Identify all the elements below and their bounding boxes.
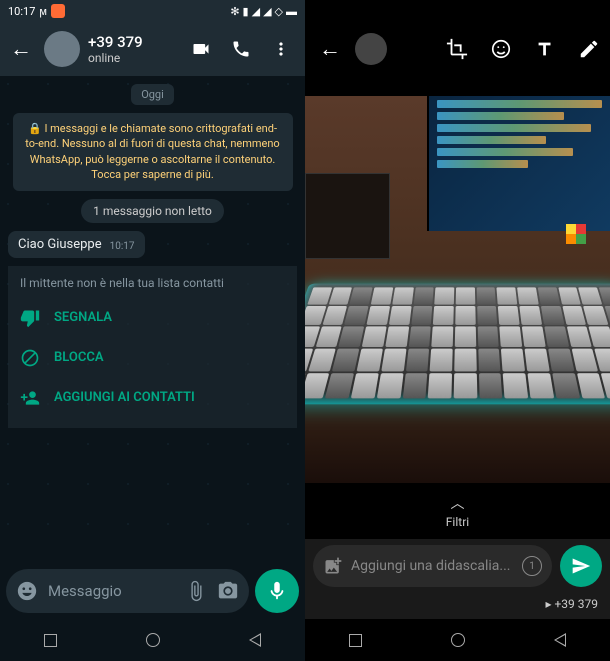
send-icon: [571, 556, 591, 576]
filters-label: Filtri: [446, 515, 469, 529]
unknown-sender-notice: Il mittente non è nella tua lista contat…: [20, 276, 285, 290]
whatsapp-chat-screen: 10:17 ϻ ✻▮◢◢◇▬ ← +39 379 online Oggi 🔒 I…: [0, 0, 305, 661]
message-input-bar: Messaggio: [0, 563, 305, 619]
back-button[interactable]: [554, 633, 566, 647]
view-once-icon[interactable]: 1: [522, 556, 542, 576]
caption-bar: Aggiungi una didascalia... 1: [305, 539, 610, 593]
back-arrow-icon[interactable]: ←: [6, 32, 36, 66]
attach-icon[interactable]: [185, 580, 207, 602]
recipient-avatar[interactable]: [355, 33, 387, 65]
emoji-icon[interactable]: [16, 580, 38, 602]
notification-icon: [51, 4, 65, 18]
block-label: BLOCCA: [54, 350, 104, 365]
back-button[interactable]: [249, 633, 261, 647]
mic-icon: [266, 580, 288, 602]
recents-button[interactable]: [44, 634, 57, 647]
caption-placeholder: Aggiungi una didascalia...: [351, 558, 514, 574]
send-button[interactable]: [560, 545, 602, 587]
report-label: SEGNALA: [54, 310, 112, 325]
contact-status: online: [88, 51, 183, 65]
encryption-notice[interactable]: 🔒 I messaggi e le chiamate sono crittogr…: [13, 113, 293, 191]
chat-header: ← +39 379 online: [0, 22, 305, 76]
back-arrow-icon[interactable]: ←: [315, 32, 345, 66]
unread-badge: 1 messaggio non letto: [81, 199, 224, 223]
message-input[interactable]: Messaggio: [6, 569, 249, 613]
camera-icon[interactable]: [217, 580, 239, 602]
voice-call-icon[interactable]: [231, 39, 251, 59]
status-icons: ✻▮◢◢◇▬: [230, 5, 297, 18]
crop-icon[interactable]: [446, 38, 468, 60]
recents-button[interactable]: [349, 634, 362, 647]
editor-body: ︿ Filtri: [305, 76, 610, 539]
chat-body[interactable]: Oggi 🔒 I messaggi e le chiamate sono cri…: [0, 76, 305, 563]
status-bar: 10:17 ϻ ✻▮◢◢◇▬: [0, 0, 305, 22]
status-bar: [305, 0, 610, 22]
add-person-icon: [20, 388, 40, 408]
incoming-message[interactable]: Ciao Giuseppe 10:17: [8, 231, 145, 258]
editor-header: ←: [305, 22, 610, 76]
chevron-up-icon: ︿: [305, 493, 610, 513]
filters-toggle[interactable]: ︿ Filtri: [305, 487, 610, 539]
message-time: 10:17: [110, 241, 135, 252]
unknown-sender-panel: Il mittente non è nella tua lista contat…: [8, 266, 297, 428]
image-editor-screen: ← ︿ Filtri: [305, 0, 610, 661]
block-icon: [20, 348, 40, 368]
android-nav-bar: [0, 619, 305, 661]
recipient-chip[interactable]: +39 379: [305, 593, 610, 619]
text-tool-icon[interactable]: [534, 38, 556, 60]
contact-phone: +39 379: [88, 33, 183, 51]
emoji-sticker-icon[interactable]: [490, 38, 512, 60]
home-button[interactable]: [451, 633, 465, 647]
mic-button[interactable]: [255, 569, 299, 613]
add-contact-label: AGGIUNGI AI CONTATTI: [54, 390, 195, 405]
contact-avatar[interactable]: [44, 31, 80, 67]
m-icon: ϻ: [39, 5, 47, 18]
add-photo-icon[interactable]: [323, 556, 343, 576]
block-button[interactable]: BLOCCA: [20, 338, 285, 378]
home-button[interactable]: [146, 633, 160, 647]
add-contact-button[interactable]: AGGIUNGI AI CONTATTI: [20, 378, 285, 418]
android-nav-bar: [305, 619, 610, 661]
status-time: 10:17: [8, 5, 35, 18]
caption-input[interactable]: Aggiungi una didascalia... 1: [313, 545, 552, 587]
photo-preview[interactable]: [305, 96, 610, 483]
video-call-icon[interactable]: [191, 39, 211, 59]
more-menu-icon[interactable]: [271, 39, 291, 59]
draw-tool-icon[interactable]: [578, 38, 600, 60]
thumbs-down-icon: [20, 308, 40, 328]
recipient-label: +39 379: [554, 597, 598, 611]
date-chip: Oggi: [131, 84, 174, 105]
report-button[interactable]: SEGNALA: [20, 298, 285, 338]
contact-info[interactable]: +39 379 online: [88, 33, 183, 65]
message-text: Ciao Giuseppe: [18, 237, 102, 252]
input-placeholder: Messaggio: [48, 582, 175, 600]
